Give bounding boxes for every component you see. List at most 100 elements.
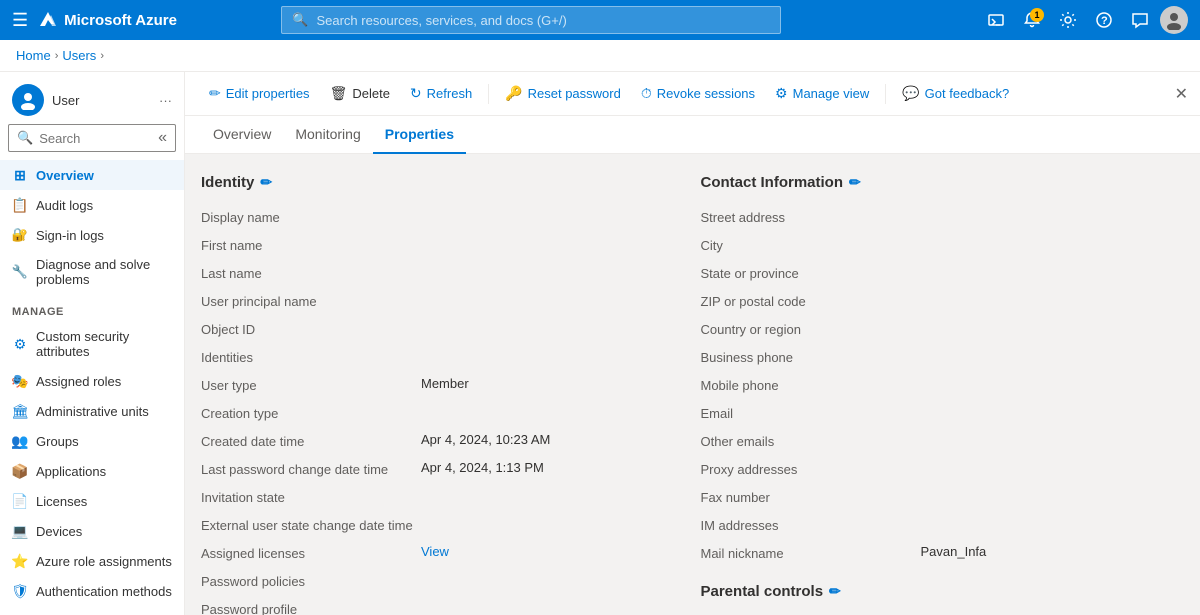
table-row: Business phone bbox=[701, 343, 1169, 371]
devices-icon: 💻 bbox=[12, 523, 28, 539]
app-name: Microsoft Azure bbox=[64, 12, 177, 29]
sidebar-item-auth-methods[interactable]: 🛡 Authentication methods bbox=[0, 576, 184, 606]
content-wrapper: ✕ ✏ Edit properties 🗑 Delete ↻ Refresh 🔑… bbox=[185, 72, 1200, 615]
sidebar-item-groups[interactable]: 👥 Groups bbox=[0, 426, 184, 456]
tab-monitoring[interactable]: Monitoring bbox=[283, 116, 372, 154]
contact-section-title: Contact Information ✏ bbox=[701, 174, 1169, 191]
sidebar-item-azure-roles[interactable]: ⭐ Azure role assignments bbox=[0, 546, 184, 576]
prop-label: First name bbox=[201, 236, 421, 253]
table-row: Email bbox=[701, 399, 1169, 427]
app-logo: Microsoft Azure bbox=[38, 10, 177, 30]
table-row: User typeMember bbox=[201, 371, 669, 399]
sidebar-user-label: User bbox=[52, 93, 79, 108]
prop-value[interactable]: View bbox=[421, 544, 669, 559]
prop-label: IM addresses bbox=[701, 516, 921, 533]
sidebar-item-admin-units[interactable]: 🏛 Administrative units bbox=[0, 396, 184, 426]
prop-label: Invitation state bbox=[201, 488, 421, 505]
sidebar-item-assigned-roles[interactable]: 🎭 Assigned roles bbox=[0, 366, 184, 396]
sidebar-item-sign-in-logs[interactable]: 🔐 Sign-in logs bbox=[0, 220, 184, 250]
prop-label: Country or region bbox=[701, 320, 921, 337]
global-search[interactable]: 🔍 bbox=[281, 6, 781, 34]
sidebar-item-devices[interactable]: 💻 Devices bbox=[0, 516, 184, 546]
help-icon[interactable]: ? bbox=[1088, 4, 1120, 36]
sidebar-more-options[interactable]: ··· bbox=[159, 93, 172, 108]
parental-edit-icon[interactable]: ✏ bbox=[829, 583, 841, 600]
refresh-button[interactable]: ↻ Refresh bbox=[402, 80, 480, 107]
table-row: Fax number bbox=[701, 483, 1169, 511]
delete-button[interactable]: 🗑 Delete bbox=[322, 80, 398, 107]
auth-methods-icon: 🛡 bbox=[12, 583, 28, 599]
table-row: Street address bbox=[701, 203, 1169, 231]
sidebar-item-diagnose[interactable]: 🔧 Diagnose and solve problems bbox=[0, 250, 184, 294]
manage-view-button[interactable]: ⚙ Manage view bbox=[767, 80, 877, 107]
prop-label: User principal name bbox=[201, 292, 421, 309]
close-button[interactable]: ✕ bbox=[1171, 80, 1192, 108]
sidebar-nav: ⊞ Overview 📋 Audit logs 🔐 Sign-in logs 🔧… bbox=[0, 160, 184, 615]
prop-label: Fax number bbox=[701, 488, 921, 505]
reset-password-button[interactable]: 🔑 Reset password bbox=[497, 80, 629, 107]
search-input[interactable] bbox=[316, 13, 770, 28]
sidebar-search-box[interactable]: 🔍 « bbox=[8, 124, 176, 152]
table-row: Creation type bbox=[201, 399, 669, 427]
sidebar-item-applications-label: Applications bbox=[36, 464, 106, 479]
tab-overview[interactable]: Overview bbox=[201, 116, 283, 154]
cloud-shell-icon[interactable] bbox=[980, 4, 1012, 36]
right-column: Contact Information ✏ Street addressCity… bbox=[685, 170, 1185, 599]
toolbar: ✏ Edit properties 🗑 Delete ↻ Refresh 🔑 R… bbox=[185, 72, 1200, 116]
main-layout: User ··· 🔍 « ⊞ Overview 📋 Audit logs 🔐 S… bbox=[0, 72, 1200, 615]
identity-edit-icon[interactable]: ✏ bbox=[260, 174, 272, 191]
prop-label: Password profile bbox=[201, 600, 421, 615]
sidebar-item-custom-security-label: Custom security attributes bbox=[36, 329, 172, 359]
table-row: ZIP or postal code bbox=[701, 287, 1169, 315]
sidebar-search-icon: 🔍 bbox=[17, 130, 33, 146]
feedback-icon[interactable] bbox=[1124, 4, 1156, 36]
properties-content: Identity ✏ Display nameFirst nameLast na… bbox=[185, 154, 1200, 615]
table-row: Country or region bbox=[701, 315, 1169, 343]
sidebar-collapse-icon[interactable]: « bbox=[158, 129, 167, 147]
azure-logo-icon bbox=[38, 10, 58, 30]
table-row: Invitation state bbox=[201, 483, 669, 511]
sidebar-item-admin-units-label: Administrative units bbox=[36, 404, 149, 419]
sidebar-item-licenses[interactable]: 📄 Licenses bbox=[0, 486, 184, 516]
sidebar-item-applications[interactable]: 📦 Applications bbox=[0, 456, 184, 486]
revoke-sessions-button[interactable]: ⏱ Revoke sessions bbox=[633, 80, 763, 107]
sidebar-search-input[interactable] bbox=[39, 131, 152, 146]
prop-label: User type bbox=[201, 376, 421, 393]
audit-logs-icon: 📋 bbox=[12, 197, 28, 213]
reset-password-icon: 🔑 bbox=[505, 85, 522, 102]
contact-fields: Street addressCityState or provinceZIP o… bbox=[701, 203, 1169, 567]
feedback-button[interactable]: 💬 Got feedback? bbox=[894, 80, 1017, 107]
prop-value: Apr 4, 2024, 1:13 PM bbox=[421, 460, 669, 475]
applications-icon: 📦 bbox=[12, 463, 28, 479]
search-icon: 🔍 bbox=[292, 12, 308, 28]
tab-properties[interactable]: Properties bbox=[373, 116, 466, 154]
revoke-sessions-icon: ⏱ bbox=[641, 85, 652, 102]
top-bar-icons: 1 ? bbox=[980, 4, 1188, 36]
prop-label: Other emails bbox=[701, 432, 921, 449]
prop-label: Proxy addresses bbox=[701, 460, 921, 477]
overview-icon: ⊞ bbox=[12, 167, 28, 183]
table-row: External user state change date time bbox=[201, 511, 669, 539]
user-avatar[interactable] bbox=[1160, 6, 1188, 34]
table-row: Display name bbox=[201, 203, 669, 231]
toolbar-divider-2 bbox=[885, 84, 886, 104]
sidebar-item-assigned-roles-label: Assigned roles bbox=[36, 374, 121, 389]
hamburger-icon[interactable]: ☰ bbox=[12, 10, 28, 31]
prop-value: Member bbox=[421, 376, 669, 391]
contact-edit-icon[interactable]: ✏ bbox=[849, 174, 861, 191]
edit-properties-button[interactable]: ✏ Edit properties bbox=[201, 80, 318, 107]
breadcrumb-home[interactable]: Home bbox=[16, 48, 51, 63]
parental-section-title: Parental controls ✏ bbox=[701, 583, 1169, 600]
sidebar-item-overview[interactable]: ⊞ Overview bbox=[0, 160, 184, 190]
sign-in-logs-icon: 🔐 bbox=[12, 227, 28, 243]
sidebar-item-audit-logs[interactable]: 📋 Audit logs bbox=[0, 190, 184, 220]
sidebar-item-custom-security[interactable]: ⚙ Custom security attributes bbox=[0, 322, 184, 366]
prop-label: ZIP or postal code bbox=[701, 292, 921, 309]
identity-section-title: Identity ✏ bbox=[201, 174, 669, 191]
settings-icon[interactable] bbox=[1052, 4, 1084, 36]
breadcrumb-users[interactable]: Users bbox=[62, 48, 96, 63]
groups-icon: 👥 bbox=[12, 433, 28, 449]
manage-section-label: Manage bbox=[0, 294, 184, 322]
table-row: Identities bbox=[201, 343, 669, 371]
notifications-icon[interactable]: 1 bbox=[1016, 4, 1048, 36]
